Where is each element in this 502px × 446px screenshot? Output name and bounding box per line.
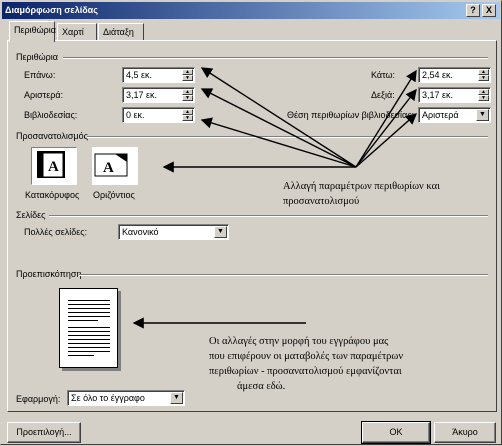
portrait-button[interactable]: A [31, 147, 77, 185]
apply-to-label: Εφαρμογή: [16, 394, 61, 404]
gutter-position-label: Θέση περιθωρίων βιβλιοδεσίας: [287, 110, 415, 120]
preview-page [59, 288, 118, 368]
landscape-page-icon: A [94, 153, 128, 177]
gutter-label: Βιβλιοδεσίας: [24, 110, 78, 120]
gutter-value: 0 εκ. [126, 110, 145, 120]
top-margin-spinner[interactable]: 4,5 εκ. ▲ ▼ [122, 67, 195, 83]
page-setup-dialog: Διαμόρφωση σελίδας ? X Περιθώρια Χαρτί Δ… [0, 0, 502, 445]
chevron-down-icon[interactable]: ▼ [214, 226, 227, 238]
bottom-margin-label: Κάτω: [371, 70, 396, 80]
orientation-group-label: Προσανατολισμός [16, 131, 88, 141]
portrait-label: Κατακόρυφος [25, 190, 80, 200]
multiple-pages-label: Πολλές σελίδες: [24, 227, 88, 237]
right-margin-spinner[interactable]: 3,17 εκ. ▲ ▼ [418, 87, 491, 103]
spin-down-icon[interactable]: ▼ [478, 95, 489, 101]
right-margin-value: 3,17 εκ. [422, 90, 454, 100]
title-bar: Διαμόρφωση σελίδας ? X [2, 2, 500, 19]
gutter-spinner[interactable]: 0 εκ. ▲ ▼ [122, 107, 195, 123]
gutter-position-value: Αριστερά [422, 110, 459, 120]
annotation-preview: Οι αλλαγές στην μορφή του εγγράφου μας π… [209, 336, 404, 392]
multiple-pages-value: Κανονικό [122, 227, 159, 237]
portrait-page-icon: A [37, 151, 65, 178]
spin-down-icon[interactable]: ▼ [182, 115, 193, 121]
multiple-pages-select[interactable]: Κανονικό ▼ [118, 224, 229, 240]
close-button[interactable]: X [482, 4, 496, 17]
landscape-label: Οριζόντιος [93, 190, 135, 200]
spin-down-icon[interactable]: ▼ [182, 95, 193, 101]
help-button[interactable]: ? [466, 4, 480, 17]
tab-paper[interactable]: Χαρτί [57, 23, 97, 40]
chevron-down-icon[interactable]: ▼ [170, 392, 183, 404]
landscape-button[interactable]: A [92, 147, 138, 185]
chevron-down-icon[interactable]: ▼ [476, 109, 489, 121]
pages-divider [49, 215, 488, 217]
left-margin-value: 3,17 εκ. [126, 90, 158, 100]
spin-down-icon[interactable]: ▼ [182, 75, 193, 81]
tab-layout[interactable]: Διάταξη [98, 23, 144, 40]
cancel-button[interactable]: Άκυρο [434, 422, 496, 443]
bottom-margin-spinner[interactable]: 2,54 εκ. ▲ ▼ [418, 67, 491, 83]
window-title: Διαμόρφωση σελίδας [5, 5, 98, 15]
top-margin-label: Επάνω: [24, 70, 56, 80]
spin-down-icon[interactable]: ▼ [478, 75, 489, 81]
apply-to-select[interactable]: Σε όλο το έγγραφο ▼ [67, 390, 185, 406]
apply-to-value: Σε όλο το έγγραφο [71, 393, 145, 403]
margins-divider [63, 57, 488, 59]
portrait-letter: A [48, 159, 59, 175]
left-margin-spinner[interactable]: 3,17 εκ. ▲ ▼ [122, 87, 195, 103]
default-button[interactable]: Προεπιλογή... [7, 422, 81, 443]
right-margin-label: Δεξιά: [371, 90, 395, 100]
margins-group-label: Περιθώρια [16, 52, 58, 62]
preview-group-label: Προεπισκόπηση [16, 269, 82, 279]
pages-group-label: Σελίδες [16, 210, 46, 220]
annotation-margins-orientation: Αλλαγή παραμέτρων περιθωρίων και προσανα… [283, 181, 440, 207]
left-margin-label: Αριστερά: [24, 90, 64, 100]
orientation-divider [87, 136, 488, 138]
ok-button[interactable]: OK [361, 421, 431, 444]
bottom-margin-value: 2,54 εκ. [422, 70, 454, 80]
tab-margins[interactable]: Περιθώρια [9, 21, 56, 42]
gutter-position-select[interactable]: Αριστερά ▼ [418, 107, 491, 123]
preview-divider [79, 274, 488, 276]
top-margin-value: 4,5 εκ. [126, 70, 153, 80]
landscape-letter: A [103, 160, 114, 176]
